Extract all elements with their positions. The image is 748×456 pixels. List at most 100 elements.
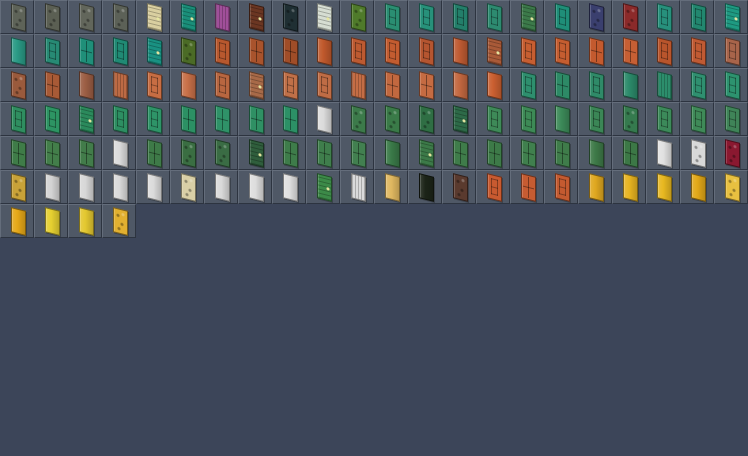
tile-cell[interactable] bbox=[340, 136, 374, 170]
tile-cell[interactable] bbox=[34, 34, 68, 68]
tile-cell[interactable] bbox=[510, 68, 544, 102]
tile-cell[interactable] bbox=[0, 204, 34, 238]
tile-cell[interactable] bbox=[238, 34, 272, 68]
tile-cell[interactable] bbox=[612, 102, 646, 136]
tile-cell[interactable] bbox=[646, 34, 680, 68]
tile-cell[interactable] bbox=[340, 0, 374, 34]
tile-cell[interactable] bbox=[170, 68, 204, 102]
tile-cell[interactable] bbox=[544, 68, 578, 102]
tile-cell[interactable] bbox=[510, 34, 544, 68]
tile-cell[interactable] bbox=[238, 102, 272, 136]
tile-cell[interactable] bbox=[578, 102, 612, 136]
tile-cell[interactable] bbox=[204, 0, 238, 34]
tile-cell[interactable] bbox=[102, 102, 136, 136]
tile-cell[interactable] bbox=[612, 136, 646, 170]
tile-cell[interactable] bbox=[170, 0, 204, 34]
tile-cell[interactable] bbox=[238, 136, 272, 170]
tile-cell[interactable] bbox=[476, 136, 510, 170]
tile-cell[interactable] bbox=[680, 136, 714, 170]
tile-cell[interactable] bbox=[408, 136, 442, 170]
tile-cell[interactable] bbox=[374, 102, 408, 136]
tile-cell[interactable] bbox=[408, 34, 442, 68]
tile-cell[interactable] bbox=[34, 204, 68, 238]
tile-cell[interactable] bbox=[136, 34, 170, 68]
tile-cell[interactable] bbox=[374, 0, 408, 34]
tile-cell[interactable] bbox=[204, 136, 238, 170]
tile-cell[interactable] bbox=[102, 68, 136, 102]
tile-cell[interactable] bbox=[578, 170, 612, 204]
tile-cell[interactable] bbox=[374, 34, 408, 68]
tile-cell[interactable] bbox=[408, 170, 442, 204]
tile-cell[interactable] bbox=[136, 0, 170, 34]
tile-cell[interactable] bbox=[306, 170, 340, 204]
tile-cell[interactable] bbox=[34, 170, 68, 204]
tile-cell[interactable] bbox=[306, 136, 340, 170]
tile-cell[interactable] bbox=[646, 68, 680, 102]
tile-cell[interactable] bbox=[238, 170, 272, 204]
tile-cell[interactable] bbox=[680, 170, 714, 204]
tile-cell[interactable] bbox=[714, 34, 748, 68]
tile-cell[interactable] bbox=[272, 0, 306, 34]
tile-cell[interactable] bbox=[646, 102, 680, 136]
tile-cell[interactable] bbox=[442, 102, 476, 136]
tile-cell[interactable] bbox=[0, 68, 34, 102]
tile-cell[interactable] bbox=[680, 34, 714, 68]
tile-cell[interactable] bbox=[204, 34, 238, 68]
tile-cell[interactable] bbox=[306, 34, 340, 68]
tile-cell[interactable] bbox=[68, 34, 102, 68]
tile-cell[interactable] bbox=[442, 0, 476, 34]
tile-cell[interactable] bbox=[578, 68, 612, 102]
tile-cell[interactable] bbox=[306, 102, 340, 136]
tile-cell[interactable] bbox=[340, 68, 374, 102]
tile-cell[interactable] bbox=[612, 170, 646, 204]
tile-cell[interactable] bbox=[374, 136, 408, 170]
tile-cell[interactable] bbox=[102, 34, 136, 68]
tile-cell[interactable] bbox=[476, 0, 510, 34]
tile-cell[interactable] bbox=[68, 136, 102, 170]
tile-cell[interactable] bbox=[442, 68, 476, 102]
tile-cell[interactable] bbox=[68, 204, 102, 238]
tile-cell[interactable] bbox=[476, 102, 510, 136]
tile-cell[interactable] bbox=[238, 68, 272, 102]
tile-cell[interactable] bbox=[0, 34, 34, 68]
tile-cell[interactable] bbox=[204, 102, 238, 136]
tile-cell[interactable] bbox=[102, 170, 136, 204]
tile-cell[interactable] bbox=[510, 102, 544, 136]
tile-cell[interactable] bbox=[476, 68, 510, 102]
tile-cell[interactable] bbox=[102, 136, 136, 170]
tile-cell[interactable] bbox=[170, 170, 204, 204]
tile-cell[interactable] bbox=[714, 68, 748, 102]
tile-cell[interactable] bbox=[68, 68, 102, 102]
tile-cell[interactable] bbox=[272, 68, 306, 102]
tile-cell[interactable] bbox=[0, 170, 34, 204]
tile-cell[interactable] bbox=[714, 136, 748, 170]
tile-cell[interactable] bbox=[408, 102, 442, 136]
tile-cell[interactable] bbox=[340, 34, 374, 68]
tile-cell[interactable] bbox=[374, 68, 408, 102]
tile-cell[interactable] bbox=[578, 0, 612, 34]
tile-cell[interactable] bbox=[408, 0, 442, 34]
tile-cell[interactable] bbox=[578, 136, 612, 170]
tile-cell[interactable] bbox=[442, 136, 476, 170]
tile-cell[interactable] bbox=[170, 136, 204, 170]
tile-cell[interactable] bbox=[510, 170, 544, 204]
tile-cell[interactable] bbox=[612, 34, 646, 68]
tile-cell[interactable] bbox=[340, 170, 374, 204]
tile-cell[interactable] bbox=[646, 170, 680, 204]
tile-cell[interactable] bbox=[102, 0, 136, 34]
tile-cell[interactable] bbox=[68, 170, 102, 204]
tile-cell[interactable] bbox=[68, 0, 102, 34]
tile-cell[interactable] bbox=[306, 0, 340, 34]
tile-cell[interactable] bbox=[0, 102, 34, 136]
tile-cell[interactable] bbox=[544, 34, 578, 68]
tile-cell[interactable] bbox=[646, 0, 680, 34]
tile-cell[interactable] bbox=[680, 0, 714, 34]
tile-cell[interactable] bbox=[544, 0, 578, 34]
tile-cell[interactable] bbox=[136, 102, 170, 136]
tile-cell[interactable] bbox=[136, 136, 170, 170]
tile-cell[interactable] bbox=[34, 68, 68, 102]
tile-cell[interactable] bbox=[680, 68, 714, 102]
tile-cell[interactable] bbox=[272, 170, 306, 204]
tile-cell[interactable] bbox=[306, 68, 340, 102]
tile-cell[interactable] bbox=[714, 0, 748, 34]
